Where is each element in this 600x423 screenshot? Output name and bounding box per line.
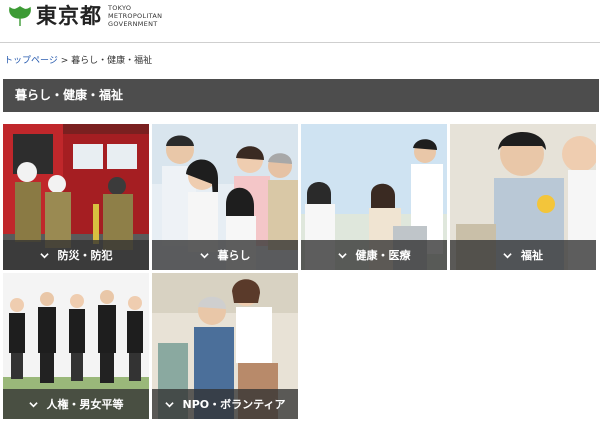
tile-npo-volunteer[interactable]: NPO・ボランティア bbox=[152, 273, 298, 419]
breadcrumb-separator: > bbox=[60, 56, 69, 66]
logo-subtitle-line1: TOKYO METROPOLITAN bbox=[108, 4, 163, 20]
chevron-down-icon bbox=[39, 252, 49, 258]
tile-label-bar: NPO・ボランティア bbox=[152, 389, 298, 419]
tile-label-bar: 人権・男女平等 bbox=[3, 389, 149, 419]
tile-label: 健康・医療 bbox=[355, 249, 411, 262]
logo-text: 東京都 bbox=[36, 4, 102, 28]
logo-subtitle-line2: GOVERNMENT bbox=[108, 20, 158, 28]
chevron-down-icon bbox=[164, 401, 174, 407]
tile-label-bar: 暮らし bbox=[152, 240, 298, 270]
breadcrumb-home-link[interactable]: トップページ bbox=[4, 56, 58, 66]
tile-disaster-crime-prevention[interactable]: 防災・防犯 bbox=[3, 124, 149, 270]
tile-label: 人権・男女平等 bbox=[46, 398, 124, 411]
section-title: 暮らし・健康・福祉 bbox=[3, 79, 599, 112]
tile-label: 暮らし bbox=[217, 249, 251, 262]
tile-label: 福祉 bbox=[521, 249, 543, 262]
breadcrumb: トップページ > 暮らし・健康・福祉 bbox=[4, 53, 152, 66]
tile-human-rights-gender-equality[interactable]: 人権・男女平等 bbox=[3, 273, 149, 419]
site-logo[interactable]: 東京都 TOKYO METROPOLITAN GOVERNMENT bbox=[8, 4, 178, 28]
breadcrumb-current: 暮らし・健康・福祉 bbox=[71, 56, 153, 66]
chevron-down-icon bbox=[503, 252, 512, 258]
ginkgo-leaf-icon bbox=[9, 6, 31, 26]
tile-label-bar: 福祉 bbox=[450, 240, 596, 270]
site-header: 東京都 TOKYO METROPOLITAN GOVERNMENT bbox=[0, 0, 600, 43]
tile-health-medical[interactable]: 健康・医療 bbox=[301, 124, 447, 270]
tile-welfare[interactable]: 福祉 bbox=[450, 124, 596, 270]
chevron-down-icon bbox=[337, 252, 347, 258]
tile-label-bar: 健康・医療 bbox=[301, 240, 447, 270]
logo-subtitle: TOKYO METROPOLITAN GOVERNMENT bbox=[108, 4, 178, 28]
tile-label: 防災・防犯 bbox=[57, 249, 113, 262]
tile-living[interactable]: 暮らし bbox=[152, 124, 298, 270]
chevron-down-icon bbox=[199, 252, 209, 258]
tile-label: NPO・ボランティア bbox=[182, 398, 286, 411]
chevron-down-icon bbox=[28, 401, 38, 407]
tile-label-bar: 防災・防犯 bbox=[3, 240, 149, 270]
